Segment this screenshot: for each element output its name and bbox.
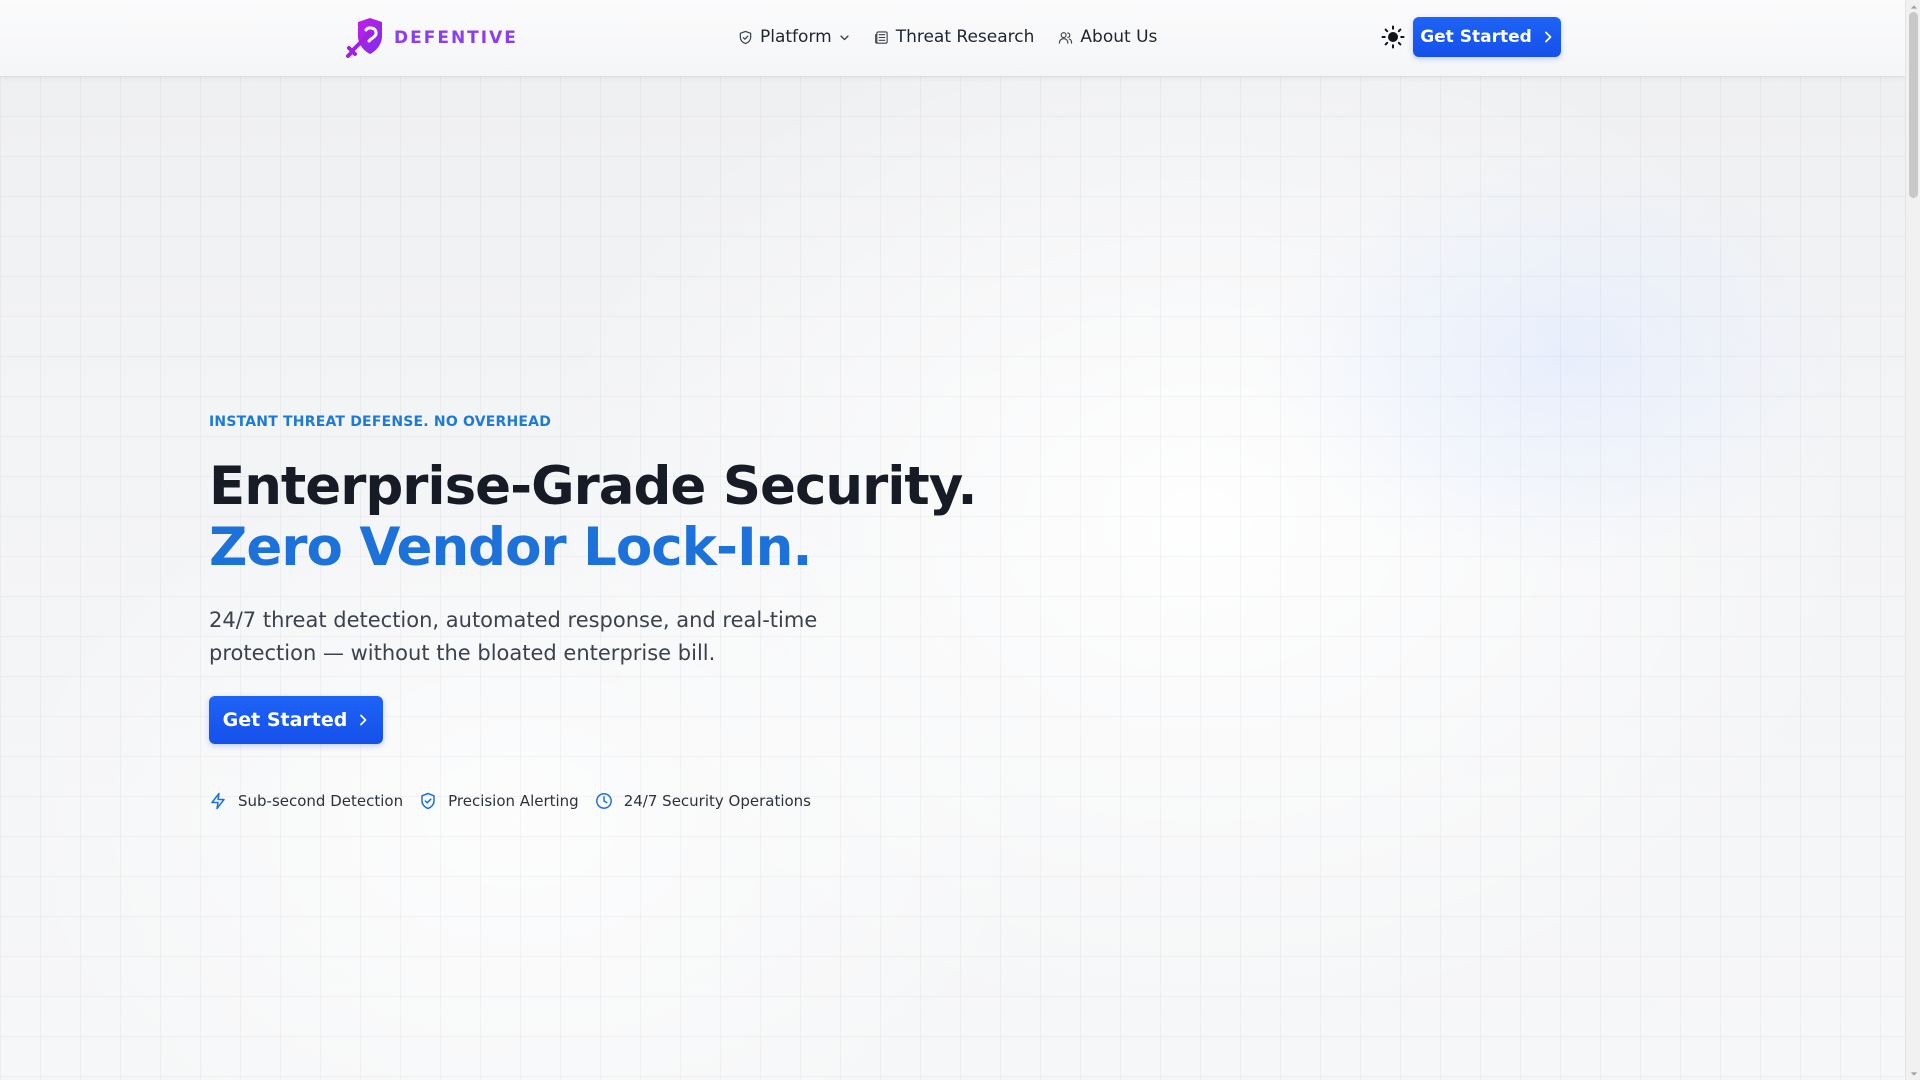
hero-section: INSTANT THREAT DEFENSE. NO OVERHEAD Ente… xyxy=(209,414,1109,810)
button-label: Get Started xyxy=(222,709,348,731)
site-header: DEFENTIVE Platform Threat Research About… xyxy=(0,0,1905,76)
feature-label: 24/7 Security Operations xyxy=(623,792,811,810)
button-label: Get Started xyxy=(1420,27,1532,47)
chevron-down-icon xyxy=(840,34,849,40)
nav-item-platform[interactable]: Platform xyxy=(738,27,850,47)
shield-check-icon xyxy=(421,792,435,810)
brand-logo[interactable]: DEFENTIVE xyxy=(344,16,518,60)
feature-item: Sub-second Detection xyxy=(209,792,403,810)
main-nav: Platform Threat Research About Us xyxy=(738,22,1157,52)
page: DEFENTIVE Platform Threat Research About… xyxy=(0,0,1920,1080)
feature-list: Sub-second Detection Precision Alerting … xyxy=(209,792,1109,810)
scroll-up-arrow[interactable] xyxy=(1909,2,1918,11)
brand-name: DEFENTIVE xyxy=(394,28,518,48)
feature-item: Precision Alerting xyxy=(419,792,579,810)
headline-line-2: Zero Vendor Lock-In. xyxy=(209,517,813,578)
hero-headline: Enterprise-Grade Security. Zero Vendor L… xyxy=(209,456,1109,578)
nav-item-about-us[interactable]: About Us xyxy=(1058,27,1157,47)
caret-down-icon xyxy=(1910,1071,1917,1076)
feature-item: 24/7 Security Operations xyxy=(595,792,811,810)
theme-toggle[interactable] xyxy=(1380,24,1406,50)
users-icon xyxy=(1059,31,1073,44)
shield-sword-logo-icon xyxy=(346,18,382,58)
hero-get-started-button[interactable]: Get Started xyxy=(209,696,383,744)
chevron-right-icon xyxy=(1544,31,1552,43)
sun-icon xyxy=(1381,25,1405,49)
header-get-started-button[interactable]: Get Started xyxy=(1413,17,1561,57)
headline-line-1: Enterprise-Grade Security. xyxy=(209,456,978,517)
clock-icon xyxy=(595,793,612,809)
hero-eyebrow: INSTANT THREAT DEFENSE. NO OVERHEAD xyxy=(209,414,552,430)
scrollbar-thumb[interactable] xyxy=(1909,12,1918,198)
nav-item-label: Platform xyxy=(760,27,832,47)
shield-icon xyxy=(739,30,752,44)
caret-up-icon xyxy=(1910,4,1917,9)
chevron-right-icon xyxy=(360,714,367,726)
hero-subtext: 24/7 threat detection, automated respons… xyxy=(209,608,818,665)
nav-item-label: About Us xyxy=(1080,27,1158,47)
vertical-scrollbar[interactable] xyxy=(1905,0,1920,1080)
nav-item-label: Threat Research xyxy=(895,27,1035,47)
scroll-down-arrow[interactable] xyxy=(1909,1069,1918,1078)
newspaper-icon xyxy=(874,30,888,44)
feature-label: Sub-second Detection xyxy=(238,792,404,810)
feature-label: Precision Alerting xyxy=(448,792,579,810)
lightning-icon xyxy=(211,792,225,810)
nav-item-threat-research[interactable]: Threat Research xyxy=(874,27,1035,47)
